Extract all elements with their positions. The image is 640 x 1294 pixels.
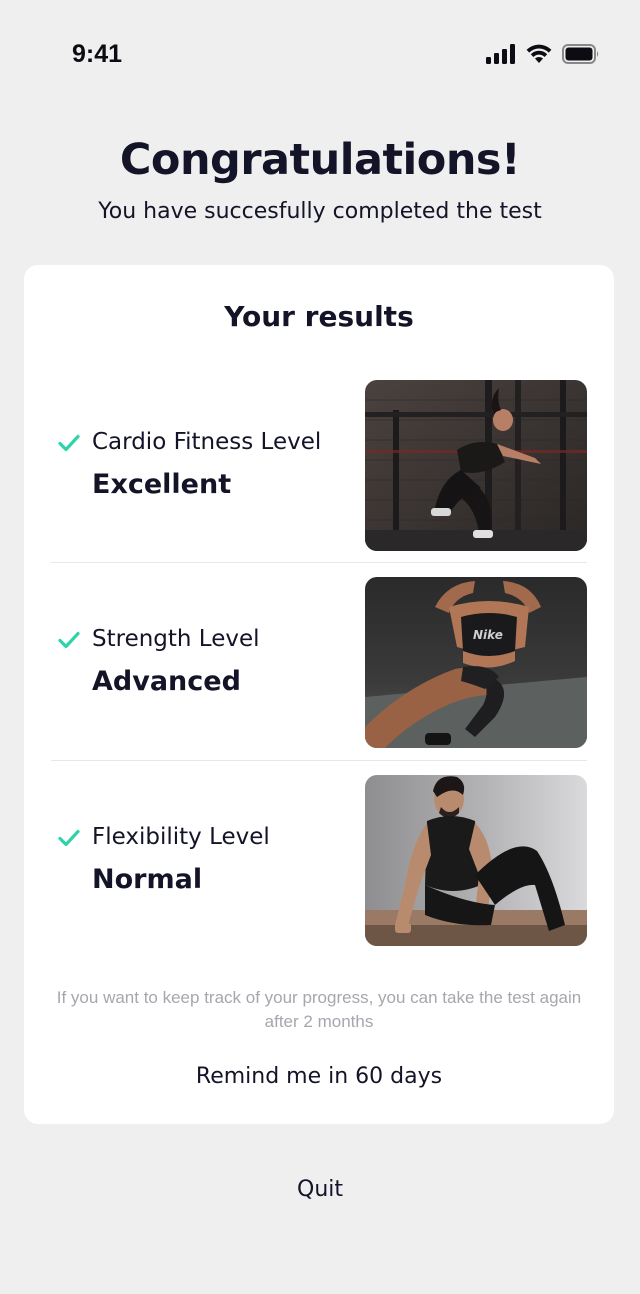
man-stretching-photo xyxy=(365,775,587,946)
status-icons xyxy=(486,44,600,64)
check-icon xyxy=(57,826,81,850)
result-row-strength: Strength Level Advanced Nike xyxy=(51,577,587,748)
page-title: Congratulations! xyxy=(119,135,521,185)
results-title: Your results xyxy=(224,300,414,333)
status-time: 9:41 xyxy=(72,40,123,68)
result-row-cardio: Cardio Fitness Level Excellent xyxy=(51,380,587,551)
page-subtitle: You have succesfully completed the test xyxy=(98,199,542,224)
result-label: Cardio Fitness Level xyxy=(92,429,322,455)
status-bar: 9:41 xyxy=(20,20,620,90)
check-icon xyxy=(57,431,81,455)
result-row-flexibility: Flexibility Level Normal xyxy=(51,775,587,946)
result-value: Excellent xyxy=(92,469,232,500)
check-icon xyxy=(57,628,81,652)
result-label: Strength Level xyxy=(92,626,260,652)
result-value: Advanced xyxy=(92,666,241,697)
result-label: Flexibility Level xyxy=(92,824,270,850)
woman-jump-squat-photo xyxy=(365,380,587,551)
results-card: Your results Cardio Fitness Level Excell… xyxy=(24,265,614,1124)
signal-icon xyxy=(486,44,516,64)
woman-situp-photo: Nike xyxy=(365,577,587,748)
progress-note: If you want to keep track of your progre… xyxy=(56,988,582,1031)
quit-button[interactable]: Quit xyxy=(245,1177,395,1202)
divider xyxy=(51,562,587,563)
svg-text:Nike: Nike xyxy=(473,628,503,642)
wifi-icon xyxy=(526,44,552,64)
result-value: Normal xyxy=(92,864,203,895)
divider xyxy=(51,760,587,761)
battery-icon xyxy=(562,44,600,64)
remind-button[interactable]: Remind me in 60 days xyxy=(24,1064,614,1089)
